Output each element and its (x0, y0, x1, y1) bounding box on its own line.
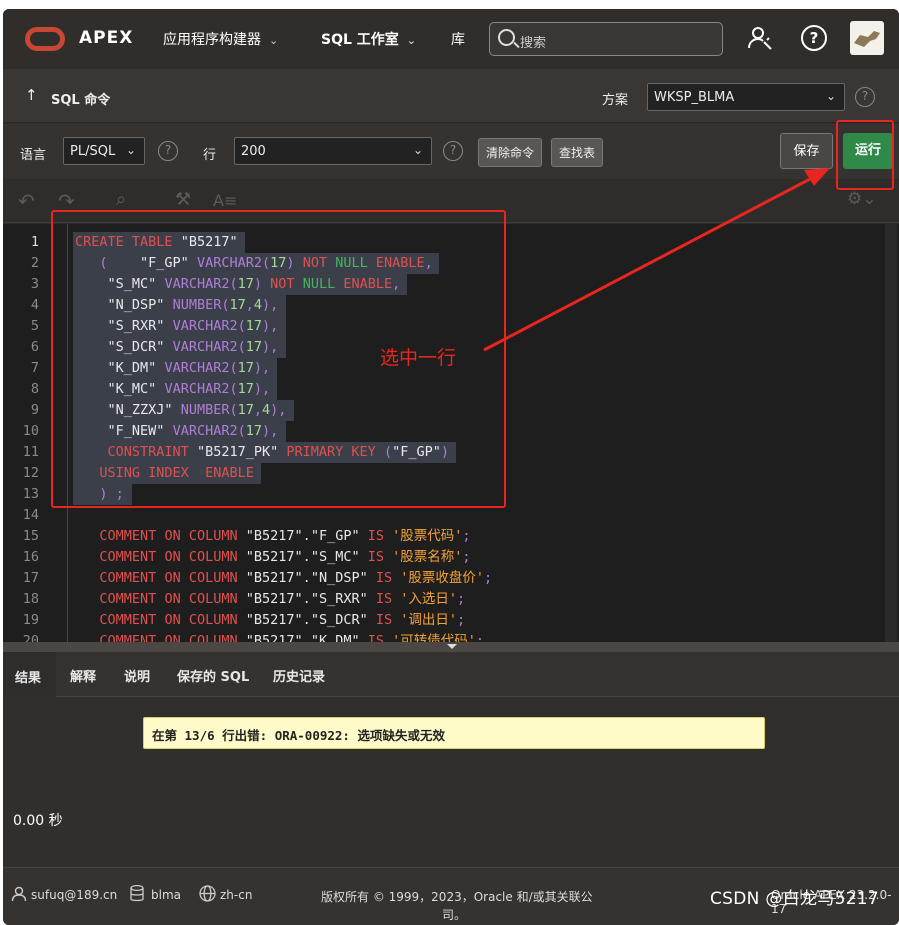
chevron-down-icon: ⌄ (406, 34, 416, 47)
line-number: 3 (30, 276, 39, 292)
avatar[interactable] (850, 21, 884, 55)
line-number: 15 (22, 528, 39, 544)
pane-splitter[interactable] (3, 642, 899, 652)
schema-help-icon[interactable]: ? (855, 87, 875, 107)
line-number: 10 (22, 423, 39, 439)
save-button[interactable]: 保存 (780, 133, 833, 169)
rows-help-icon[interactable]: ? (443, 141, 463, 161)
footer-user[interactable]: sufuq@189.cn (31, 888, 117, 902)
code-line: COMMENT ON COLUMN "B5217"."S_DCR" IS '调出… (99, 612, 466, 628)
line-number: 14 (22, 507, 39, 523)
error-message: 在第 13/6 行出错: ORA-00922: 选项缺失或无效 (143, 717, 765, 749)
line-number: 8 (30, 381, 39, 397)
line-number: 6 (30, 339, 39, 355)
line-number: 17 (22, 570, 39, 586)
tab-explain[interactable]: 解释 (70, 666, 96, 685)
line-number: 2 (30, 255, 39, 271)
annotation-label: 选中一行 (380, 347, 457, 369)
annotation-run-box (836, 120, 894, 190)
nav-sql-workshop[interactable]: SQL 工作室 ⌄ (321, 29, 416, 49)
collapse-triangle-icon[interactable] (447, 644, 457, 649)
up-arrow-icon[interactable]: ↑ (25, 86, 38, 104)
elapsed-time: 0.00 秒 (13, 813, 63, 829)
top-navigation: APEX 应用程序构建器 ⌄ SQL 工作室 ⌄ 库 搜索 ? (3, 9, 899, 69)
code-line: COMMENT ON COLUMN "B5217"."K_DM" IS '可转债… (99, 633, 485, 642)
clear-command-button[interactable]: 清除命令 (478, 138, 543, 167)
language-toolbar: 语言 PL/SQL ⌄ ? 行 200 ⌄ ? 清除命令 查找表 保存 运行 (3, 124, 899, 179)
rows-label: 行 (203, 148, 217, 163)
chevron-down-icon: ⌄ (412, 143, 423, 157)
copyright-line2: 司。 (442, 908, 467, 922)
nav-gallery[interactable]: 库 (451, 29, 465, 49)
line-number: 7 (30, 360, 39, 376)
line-number: 13 (22, 486, 39, 502)
search-icon (498, 29, 515, 46)
language-help-icon[interactable]: ? (158, 141, 178, 161)
line-number: 5 (30, 318, 39, 334)
line-number: 12 (22, 465, 39, 481)
schema-select[interactable]: WKSP_BLMA ⌄ (647, 83, 845, 111)
line-number: 4 (30, 297, 39, 313)
line-number: 11 (22, 444, 39, 460)
autocomplete-icon[interactable]: A≡ (213, 191, 237, 210)
find-tables-button[interactable]: 查找表 (551, 138, 604, 167)
brand-name[interactable]: APEX (79, 28, 133, 48)
page-title: SQL 命令 (51, 93, 111, 108)
tab-saved-sql[interactable]: 保存的 SQL (177, 666, 249, 685)
tab-describe[interactable]: 说明 (124, 666, 150, 685)
line-number: 16 (22, 549, 39, 565)
help-icon[interactable]: ? (801, 25, 827, 51)
line-number: 19 (22, 612, 39, 628)
search-input[interactable]: 搜索 (489, 22, 723, 56)
user-icon (11, 886, 27, 906)
undo-icon[interactable]: ↶ (18, 189, 35, 213)
code-line: COMMENT ON COLUMN "B5217"."N_DSP" IS '股票… (99, 570, 493, 586)
code-line: COMMENT ON COLUMN "B5217"."F_GP" IS '股票代… (99, 528, 471, 544)
vertical-scrollbar[interactable] (885, 224, 897, 642)
footer-schema[interactable]: blma (151, 888, 181, 902)
rows-select[interactable]: 200 ⌄ (234, 137, 432, 165)
chevron-down-icon: ⌄ (125, 143, 136, 157)
line-number: 9 (30, 402, 39, 418)
chevron-down-icon: ⌄ (269, 34, 279, 47)
code-line: COMMENT ON COLUMN "B5217"."S_MC" IS '股票名… (99, 549, 471, 565)
language-label: 语言 (20, 148, 47, 163)
hammer-icon[interactable]: ⚒ (175, 189, 191, 210)
search-placeholder: 搜索 (520, 36, 547, 51)
watermark: CSDN @白龙马5217 (710, 889, 880, 909)
line-number: 1 (30, 234, 39, 250)
tab-history[interactable]: 历史记录 (273, 666, 325, 685)
database-icon (130, 884, 144, 906)
settings-gear-icon[interactable]: ⚙⌄ (847, 189, 876, 209)
schema-label: 方案 (602, 93, 629, 108)
chevron-down-icon: ⌄ (825, 89, 836, 103)
globe-icon (199, 885, 216, 906)
find-icon[interactable]: ⌕ (116, 189, 126, 210)
admin-user-icon[interactable] (747, 25, 773, 51)
nav-app-builder[interactable]: 应用程序构建器 ⌄ (163, 29, 278, 49)
line-number: 18 (22, 591, 39, 607)
code-line: COMMENT ON COLUMN "B5217"."S_RXR" IS '入选… (99, 591, 466, 607)
footer-locale[interactable]: zh-cn (220, 888, 252, 902)
results-tabs: 结果 解释 说明 保存的 SQL 历史记录 (3, 652, 899, 697)
sql-command-header: ↑ SQL 命令 方案 WKSP_BLMA ⌄ ? (3, 69, 899, 123)
copyright-line1: 版权所有 © 1999，2023，Oracle 和/或其关联公 (321, 890, 593, 904)
line-number: 20 (22, 633, 39, 642)
results-pane: 在第 13/6 行出错: ORA-00922: 选项缺失或无效 0.00 秒 (3, 697, 899, 867)
language-select[interactable]: PL/SQL ⌄ (63, 137, 145, 165)
oracle-logo-icon[interactable] (25, 27, 65, 51)
tab-results[interactable]: 结果 (3, 652, 56, 697)
